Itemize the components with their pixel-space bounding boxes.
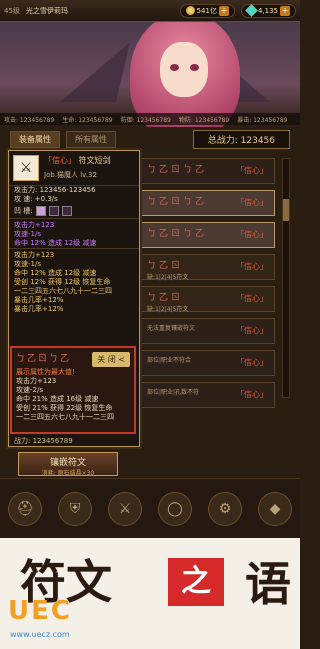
stat-crit: 暴击: 123456789 [237,116,288,124]
gold-coin-icon [185,6,195,15]
popup-line: 命中 21% 造成 16级 减速 [16,395,99,403]
rune-word-item[interactable]: ㄅ乙ㄖㄅ乙 「信心」 [140,190,275,216]
tab-all-attributes[interactable]: 所有属性 [66,130,116,148]
socket-filled-icon [35,206,46,216]
brand-url: www.uecz.com [10,630,70,639]
stat-hp: 生命: 123456789 [62,116,113,124]
item-power: 战力: 123456789 [14,437,73,445]
socket-empty-icon [48,206,59,216]
add-gold-button[interactable]: + [218,5,229,16]
bonus-line: 命中 12% 造成 12级 减速 [14,269,97,277]
popup-line: 攻速-2/s [16,386,43,394]
gem-slot-icon[interactable]: ◆ [258,491,292,526]
character-stats-row: 攻击: 123456789 生命: 123456789 防御: 12345678… [0,113,300,125]
character-left-eye [170,64,179,71]
bonus-line: 攻击力+123 [9,218,139,230]
add-gem-button[interactable]: + [280,5,290,16]
gold-counter: 541亿 + [179,3,235,18]
bonus-line: 攻速-1/s [14,230,41,238]
armor-icon[interactable]: ⛨ [58,491,92,526]
boots-icon[interactable]: ⚙ [208,491,242,526]
stat-defense: 防御: 123456789 [120,116,171,124]
helmet-icon[interactable]: ⛑ [8,491,42,526]
socket-row: 凹 槽: [9,204,139,218]
dagger-icon: ⚔ [13,155,39,181]
tab-bar: 装备属性 所有属性 总战力: 123456 [0,129,300,149]
character-portrait [0,22,300,127]
bottom-hud: ⛑ ⛨ ⚔ ◯ ⚙ ◆ [0,478,300,538]
stat-pdef: 物防: 123456789 [178,116,230,124]
item-speed: 攻 速: +0.3/s [14,195,58,203]
promo-char-zhi: 之 [168,558,224,606]
bonus-line: 受创 12% 获得 12级 恢复生命 [14,278,111,286]
item-job: Job.猫魔人 lv.32 [44,171,97,179]
close-button[interactable]: 关 闭 < [92,352,130,367]
player-name: 光之雪伊莉玛 [25,6,68,15]
rune-word-item[interactable]: 「信心」 部位|职业不符合 [140,350,275,376]
tab-equipment-attributes[interactable]: 装备属性 [10,130,60,148]
rune-word-list: ㄅ乙ㄖㄅ乙 「信心」 ㄅ乙ㄖㄅ乙 「信心」 ㄅ乙ㄖㄅ乙 「信心」 ㄅ乙ㄖ 「信心」 缺:1… [140,158,275,414]
weapon-icon[interactable]: ⚔ [108,491,142,526]
character-right-eye [190,64,199,71]
popup-line: 一二三四五六七八九十一二三四 [16,413,114,421]
total-power: 总战力: 123456 [192,129,290,149]
bonus-line: 攻速-1/s [14,260,41,268]
bonus-line: 暴击几率+12% [14,305,64,313]
inlay-rune-button[interactable]: 镶嵌符文 消耗: 原石结晶×30 [18,452,118,477]
top-status-bar: 45级 光之雪伊莉玛 541亿 + 4,135 + [0,0,300,22]
scrollbar-thumb[interactable] [283,199,289,221]
list-scrollbar[interactable] [282,158,290,398]
popup-max-label: 展示属性为最大值! [16,368,75,376]
tooltip-header: ⚔ 「信心」 符文短剑 Job.猫魔人 lv.32 [9,151,139,186]
bonus-line: 一二三四五六七八九十一二三四 [14,287,112,295]
rune-word-item[interactable]: 「信心」 无法重复镶嵌符文 [140,318,275,344]
bonus-line: 攻击力+123 [9,248,139,260]
popup-line: 攻击力+123 [16,377,57,385]
rune-word-item[interactable]: 「信心」 部位|职业|孔数不符 [140,382,275,408]
ring-icon[interactable]: ◯ [158,491,192,526]
left-wing-decoration [60,42,130,102]
rune-word-item[interactable]: ㄅ乙ㄖㄅ乙 「信心」 [140,222,275,248]
rune-word-item[interactable]: ㄅ乙ㄖ 「信心」 缺:1|2|4|5符文 [140,286,275,313]
item-title: 「信心」 符文短剑 [44,156,111,165]
brand-logo: UEC [8,596,72,626]
promo-banner: 符文 之 语 UEC www.uecz.com [0,538,300,649]
player-level: 45级 [4,6,20,15]
stat-attack: 攻击: 123456789 [4,116,55,124]
bonus-line: 命中 12% 造成 12级 减速 [14,239,97,247]
rune-word-item[interactable]: ㄅ乙ㄖㄅ乙 「信心」 [140,158,275,184]
gem-counter: 4,135 + [240,3,296,18]
promo-char-2: 语 [245,557,291,611]
gem-icon [245,4,258,17]
bonus-line: 暴击几率+12% [14,296,64,304]
popup-line: 受创 21% 获得 22级 恢复生命 [16,404,113,412]
socket-empty-icon [61,206,72,216]
max-value-popup: ㄅ乙ㄖㄅ乙 关 闭 < 展示属性为最大值! 攻击力+123 攻速-2/s 命中 … [10,346,136,434]
character-face [160,42,208,97]
item-attack: 攻击力: 123456-123456 [14,186,96,194]
rune-word-item[interactable]: ㄅ乙ㄖ 「信心」 缺:1|2|4|5符文 [140,254,275,281]
